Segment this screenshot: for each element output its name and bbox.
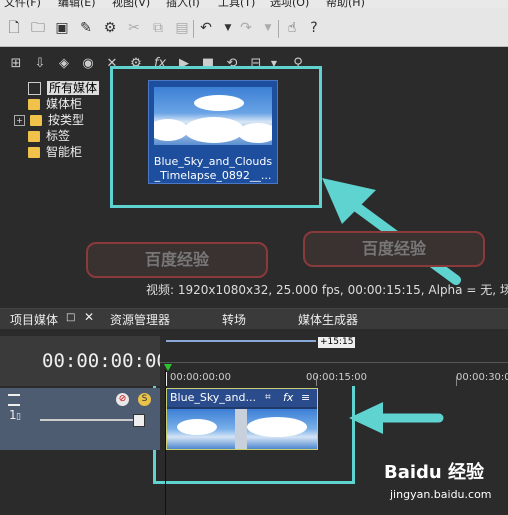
solo-icon[interactable]: S [138, 393, 151, 406]
menu-file[interactable]: 文件(F) [4, 0, 41, 8]
clip-thumbnail [167, 409, 317, 449]
folder-icon [28, 99, 40, 110]
save-as-icon[interactable]: ✎ [78, 20, 94, 36]
folder-icon [30, 115, 42, 126]
new-file-icon[interactable]: 🗋 [6, 20, 22, 36]
slider-handle[interactable] [133, 414, 145, 427]
tree-item-all-media[interactable]: 所有媒体 [28, 80, 100, 96]
media-info-bar: 视频: 1920x1080x32, 25.000 fps, 00:00:15:1… [146, 283, 508, 297]
paste-icon[interactable]: ▤ [174, 20, 190, 36]
main-toolbar: 🗋 🗀 ▣ ✎ ⚙ ✂ ⧉ ▤ ↶ ▼ ↷ ▼ ☝ ? [0, 8, 508, 47]
capture-icon[interactable]: ⇩ [32, 56, 48, 72]
clip-title: Blue_Sky_and... [170, 391, 256, 404]
help-pointer-icon[interactable]: ☝ [284, 20, 300, 36]
track-menu-icon[interactable] [8, 394, 20, 406]
menu-view[interactable]: 视图(V) [112, 0, 150, 8]
tree-item-bins[interactable]: 媒体柜 [28, 96, 82, 112]
redo-dropdown-icon[interactable]: ▼ [260, 20, 276, 36]
window-tabs: 项目媒体 □ ✕ 资源管理器 转场 媒体生成器 [0, 308, 508, 329]
menu-options[interactable]: 选项(O) [270, 0, 309, 8]
ruler-label-30: 00:00:30:0 [456, 372, 508, 383]
clip-fx-icon[interactable]: fx [283, 389, 293, 407]
copy-icon[interactable]: ⧉ [150, 20, 166, 36]
watermark-left: 百度经验 [86, 242, 268, 278]
mute-icon[interactable]: ⊘ [116, 393, 129, 406]
all-media-icon [28, 82, 41, 95]
crop-icon[interactable]: ⌗ [265, 389, 271, 407]
timecode-panel: 00:00:00:00 [0, 336, 168, 386]
tab-transitions[interactable]: 转场 [222, 311, 246, 328]
video-track-icon: ▯ [16, 412, 21, 422]
whats-this-icon[interactable]: ? [306, 20, 322, 36]
folder-icon [28, 147, 40, 158]
tab-explorer[interactable]: 资源管理器 [110, 311, 170, 328]
track-level-slider[interactable] [40, 419, 140, 421]
duration-marker: +15:15 [318, 337, 356, 348]
highlight-box-media [110, 66, 322, 208]
tab-media-generators[interactable]: 媒体生成器 [298, 311, 358, 328]
open-folder-icon[interactable]: 🗀 [30, 20, 46, 36]
timecode-display: 00:00:00:00 [42, 350, 168, 372]
menu-bar: 文件(F) 编辑(E) 视图(V) 插入(I) 工具(T) 选项(O) 帮助(H… [0, 0, 508, 8]
redo-icon[interactable]: ↷ [238, 20, 254, 36]
baidu-watermark: Baidu 经验 jingyan.baidu.com [384, 458, 504, 508]
cut-icon[interactable]: ✂ [126, 20, 142, 36]
baidu-brand: Baidu 经验 [384, 462, 485, 483]
callout-arrow-clip [349, 402, 444, 434]
tree-item-smart-bins[interactable]: 智能柜 [28, 144, 82, 160]
tree-item-by-type[interactable]: + 按类型 [14, 112, 84, 128]
tab-close-icon[interactable]: ✕ [84, 310, 94, 324]
gear-icon[interactable]: ⚙ [102, 20, 118, 36]
clip-header: Blue_Sky_and... ⌗ fx ≡ [167, 389, 317, 407]
undo-icon[interactable]: ↶ [198, 20, 214, 36]
tab-restore-icon[interactable]: □ [66, 312, 75, 323]
menu-edit[interactable]: 编辑(E) [58, 0, 96, 8]
ruler-label-0: 00:00:00:00 [170, 372, 232, 383]
folder-icon [28, 131, 40, 142]
undo-dropdown-icon[interactable]: ▼ [220, 20, 236, 36]
loop-region-bar[interactable] [166, 340, 316, 342]
import-media-icon[interactable]: ⊞ [8, 56, 24, 72]
baidu-url: jingyan.baidu.com [390, 488, 492, 501]
menu-insert[interactable]: 插入(I) [166, 0, 200, 8]
timeline-ruler[interactable]: +15:15 00:00:00:00 00:00:15:00 00:00:30:… [160, 336, 508, 386]
tab-project-media[interactable]: 项目媒体 [10, 311, 58, 328]
web-icon[interactable]: ◉ [80, 56, 96, 72]
save-icon[interactable]: ▣ [54, 20, 70, 36]
get-media-icon[interactable]: ◈ [56, 56, 72, 72]
menu-help[interactable]: 帮助(H) [326, 0, 365, 8]
clip-menu-icon[interactable]: ≡ [301, 389, 310, 407]
tree-item-tags[interactable]: 标签 [28, 128, 70, 144]
menu-tools[interactable]: 工具(T) [218, 0, 255, 8]
video-track-header[interactable]: 1 ▯ ⊘ S [0, 388, 160, 450]
watermark-right: 百度经验 [303, 231, 485, 267]
expand-icon[interactable]: + [14, 115, 25, 126]
timeline-clip[interactable]: Blue_Sky_and... ⌗ fx ≡ [166, 388, 318, 450]
